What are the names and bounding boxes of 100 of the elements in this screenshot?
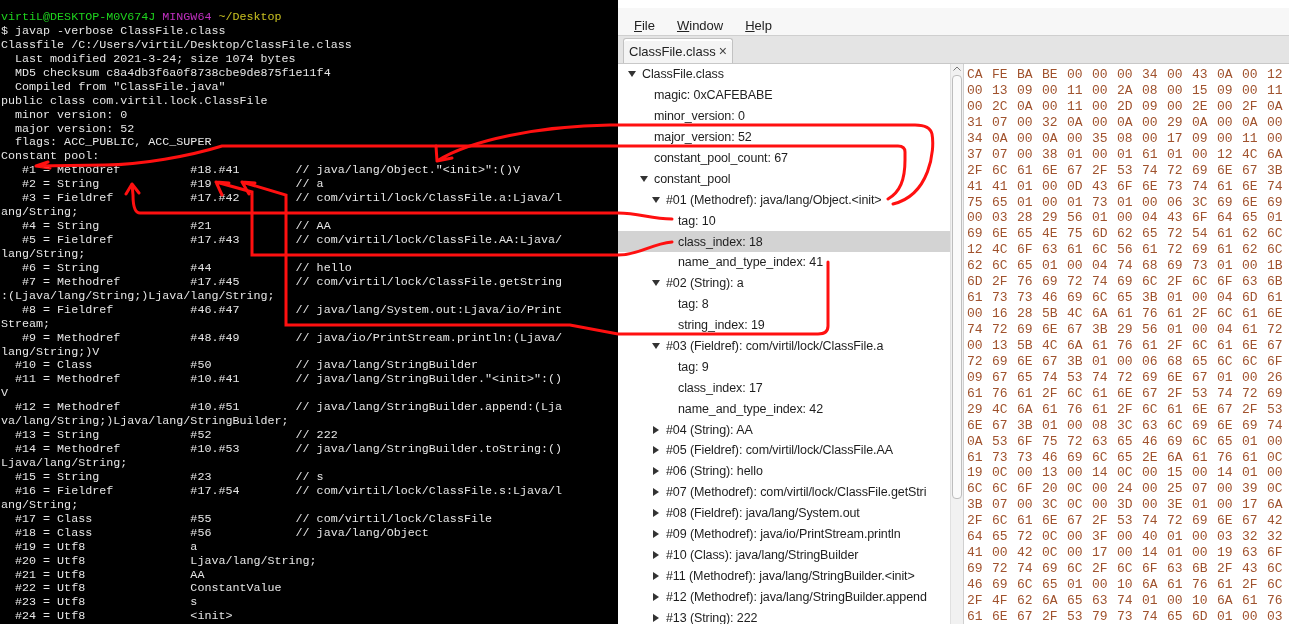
hex-row-text: 61 76 61 2F 6C 61 6E 67 2F 53 74 72 69 bbox=[967, 385, 1284, 402]
terminal-line: Ljava/lang/String; bbox=[1, 457, 129, 471]
menu-item[interactable]: Window bbox=[676, 18, 724, 34]
menu-item[interactable]: Help bbox=[745, 18, 772, 34]
tree-row[interactable]: tag: 9 bbox=[618, 356, 950, 378]
hex-row-text: 00 03 28 29 56 01 00 04 43 6F 64 65 01 bbox=[967, 210, 1284, 227]
tree-item-label: #05 (Fieldref): com/virtil/lock/ClassFile.AA bbox=[666, 443, 893, 458]
scroll-up-icon[interactable] bbox=[953, 66, 961, 71]
tree-row[interactable]: #07 (Methodref): com/virtil/lock/ClassFile.getStri bbox=[618, 481, 950, 503]
hex-row-text: 0A 53 6F 75 72 63 65 46 69 6C 65 01 00 bbox=[967, 433, 1284, 450]
tree-row[interactable]: magic: 0xCAFEBABE bbox=[618, 84, 950, 106]
tree-row[interactable]: name_and_type_index: 41 bbox=[618, 252, 950, 273]
tree-item-label: #02 (String): a bbox=[666, 276, 744, 291]
terminal-line: #6 = String #44 // hello bbox=[21, 261, 353, 276]
terminal-line: Last modified 2021-3-24; size 1074 bytes bbox=[14, 52, 297, 67]
hex-row-text: 69 72 74 69 6C 2F 6C 6F 63 6B 2F 43 6C bbox=[967, 561, 1284, 577]
tree-item-label: #01 (Methodref): java/lang/Object.<init> bbox=[666, 192, 882, 207]
terminal-line: #15 = String #23 // s bbox=[14, 470, 325, 485]
tree-row[interactable]: #13 (String): 222 bbox=[618, 607, 950, 624]
disclosure-triangle-icon[interactable] bbox=[652, 342, 660, 350]
scrollbar-thumb[interactable] bbox=[952, 75, 962, 499]
scrollbar[interactable] bbox=[950, 64, 963, 624]
disclosure-triangle-icon[interactable] bbox=[652, 488, 660, 497]
tree-row[interactable]: ClassFile.class bbox=[618, 64, 950, 85]
disclosure-triangle-icon[interactable] bbox=[640, 174, 648, 183]
tree-item-label: minor_version: 0 bbox=[654, 109, 745, 124]
tree-row[interactable]: major_version: 52 bbox=[618, 126, 950, 148]
hex-row-text: 61 73 73 46 69 6C 65 3B 01 00 04 6D 61 bbox=[967, 290, 1284, 307]
disclosure-triangle-icon[interactable] bbox=[652, 467, 660, 476]
tree-row[interactable]: constant_pool_count: 67 bbox=[618, 147, 950, 169]
terminal-line: #9 = Methodref #48.#49 // java/io/PrintStream.println:(Ljava/ bbox=[21, 331, 564, 346]
tree-item-label: tag: 8 bbox=[678, 297, 709, 312]
tree-row[interactable]: #04 (String): AA bbox=[618, 419, 950, 441]
terminal-line: #22 = Utf8 ConstantValue bbox=[14, 582, 283, 597]
terminal-line: #2 = String #19 // a bbox=[21, 178, 325, 193]
terminal-line: #3 = Fieldref #17.#42 // com/virtil/lock/ClassFile.a:Ljava/l bbox=[21, 192, 564, 207]
hex-row-text: 3B 07 00 3C 0C 00 3D 00 3E 01 00 17 6A bbox=[967, 497, 1284, 514]
tree-row[interactable]: #01 (Methodref): java/lang/Object.<init> bbox=[618, 189, 950, 211]
terminal-line: #13 = String #52 // 222 bbox=[14, 429, 339, 444]
tree-row[interactable]: #09 (Methodref): java/io/PrintStream.println bbox=[618, 523, 950, 545]
tree-item-label: class_index: 18 bbox=[678, 234, 763, 249]
disclosure-triangle-icon[interactable] bbox=[652, 613, 660, 622]
hex-row-text: 31 07 00 32 0A 00 0A 00 29 0A 00 0A 00 bbox=[967, 114, 1284, 131]
tree-item-label: #10 (Class): java/lang/StringBuilder bbox=[666, 547, 859, 562]
terminal-line: #10 = Class #50 // java/lang/StringBuilder bbox=[14, 359, 479, 374]
disclosure-triangle-icon[interactable] bbox=[652, 550, 660, 559]
disclosure-triangle-icon[interactable] bbox=[652, 195, 660, 204]
hex-row-text: 61 73 73 46 69 6C 65 2E 6A 61 76 61 0C bbox=[967, 449, 1284, 466]
disclosure-triangle-icon[interactable] bbox=[652, 571, 660, 580]
tree-row[interactable]: constant_pool bbox=[618, 168, 950, 190]
tree-item-label: tag: 10 bbox=[678, 213, 716, 228]
menu-item[interactable]: File bbox=[634, 18, 655, 34]
terminal-line: Stream; bbox=[1, 317, 52, 332]
tree-row[interactable]: #10 (Class): java/lang/StringBuilder bbox=[618, 544, 950, 566]
hex-row-text: 72 69 6E 67 3B 01 00 06 68 65 6C 6C 6F bbox=[967, 353, 1284, 370]
terminal-line: Classfile /C:/Users/virtiL/Desktop/ClassFile.class bbox=[1, 38, 353, 53]
tree-item-label: ClassFile.class bbox=[642, 67, 724, 82]
tree-row[interactable]: name_and_type_index: 42 bbox=[618, 398, 950, 420]
tree-row[interactable]: tag: 10 bbox=[618, 210, 950, 232]
tree-row[interactable]: #11 (Methodref): java/lang/StringBuilder.<init> bbox=[618, 565, 950, 587]
disclosure-triangle-icon[interactable] bbox=[652, 592, 660, 601]
disclosure-triangle-icon[interactable] bbox=[652, 509, 660, 518]
disclosure-triangle-icon[interactable] bbox=[652, 446, 660, 455]
file-tab[interactable]: ClassFile.class × bbox=[623, 38, 733, 63]
disclosure-triangle-icon[interactable] bbox=[652, 530, 660, 539]
tree-row[interactable]: #03 (Fieldref): com/virtil/lock/ClassFile.a bbox=[618, 335, 950, 357]
terminal-line: Compiled from "ClassFile.java" bbox=[14, 80, 227, 95]
hex-row-text: 6D 2F 76 69 72 74 69 6C 2F 6C 6F 63 6B bbox=[967, 274, 1284, 291]
tree-row[interactable]: #08 (Fieldref): java/lang/System.out bbox=[618, 502, 950, 524]
terminal-line: flags: ACC_PUBLIC, ACC_SUPER bbox=[14, 136, 213, 151]
tree-row[interactable]: #02 (String): a bbox=[618, 272, 950, 294]
disclosure-triangle-icon[interactable] bbox=[652, 425, 660, 434]
prompt-path: ~/Desktop bbox=[218, 11, 282, 25]
disclosure-triangle-icon[interactable] bbox=[652, 279, 660, 288]
terminal-line: major version: 52 bbox=[14, 122, 136, 137]
terminal-line: public class com.virtil.lock.ClassFile bbox=[1, 94, 269, 109]
hex-row-text: 2F 6C 61 6E 67 2F 53 74 72 69 6E 67 42 bbox=[967, 513, 1284, 530]
hex-row-text: 69 6E 65 4E 75 6D 62 65 72 54 61 62 6C bbox=[967, 226, 1284, 243]
tree-row[interactable]: class_index: 17 bbox=[618, 377, 950, 399]
tree-row[interactable]: minor_version: 0 bbox=[618, 105, 950, 127]
hex-row-text: 00 16 28 5B 4C 6A 61 76 61 2F 6C 61 6E bbox=[967, 306, 1284, 322]
hex-row-text: 6E 67 3B 01 00 08 3C 63 6C 69 6E 69 74 bbox=[967, 417, 1284, 434]
hex-row-text: 2F 4F 62 6A 65 63 74 01 00 10 6A 61 76 bbox=[967, 592, 1284, 609]
tree-row[interactable]: class_index: 18 bbox=[618, 231, 950, 252]
tree-row[interactable]: #05 (Fieldref): com/virtil/lock/ClassFile.AA bbox=[618, 440, 950, 461]
prompt-shell: MINGW64 bbox=[162, 11, 212, 25]
disclosure-triangle-icon[interactable] bbox=[628, 70, 636, 79]
tree-row[interactable]: string_index: 19 bbox=[618, 314, 950, 336]
terminal-line: #11 = Methodref #10.#41 // java/lang/StringBuilder."<init>":() bbox=[14, 373, 564, 388]
hex-row-text: 41 00 42 0C 00 17 00 14 01 00 19 63 6F bbox=[967, 545, 1284, 562]
tree-row[interactable]: #06 (String): hello bbox=[618, 460, 950, 482]
hex-row-text: 12 4C 6F 63 61 6C 56 61 72 69 61 62 6C bbox=[967, 242, 1284, 259]
tree-row[interactable]: #12 (Methodref): java/lang/StringBuilder.append bbox=[618, 586, 950, 608]
terminal-line: ang/String; bbox=[1, 498, 80, 513]
close-icon[interactable]: × bbox=[718, 43, 727, 59]
hex-row-text: 41 41 01 00 0D 43 6F 6E 73 74 61 6E 74 bbox=[967, 178, 1284, 195]
hex-row-text: 19 0C 00 13 00 14 0C 00 15 00 14 01 00 bbox=[967, 465, 1284, 482]
hex-row-text: 61 6E 67 2F 53 79 73 74 65 6D 01 00 03 bbox=[967, 608, 1284, 624]
tree-row[interactable]: tag: 8 bbox=[618, 293, 950, 315]
tree-item-label: #03 (Fieldref): com/virtil/lock/ClassFile.a bbox=[666, 339, 884, 353]
